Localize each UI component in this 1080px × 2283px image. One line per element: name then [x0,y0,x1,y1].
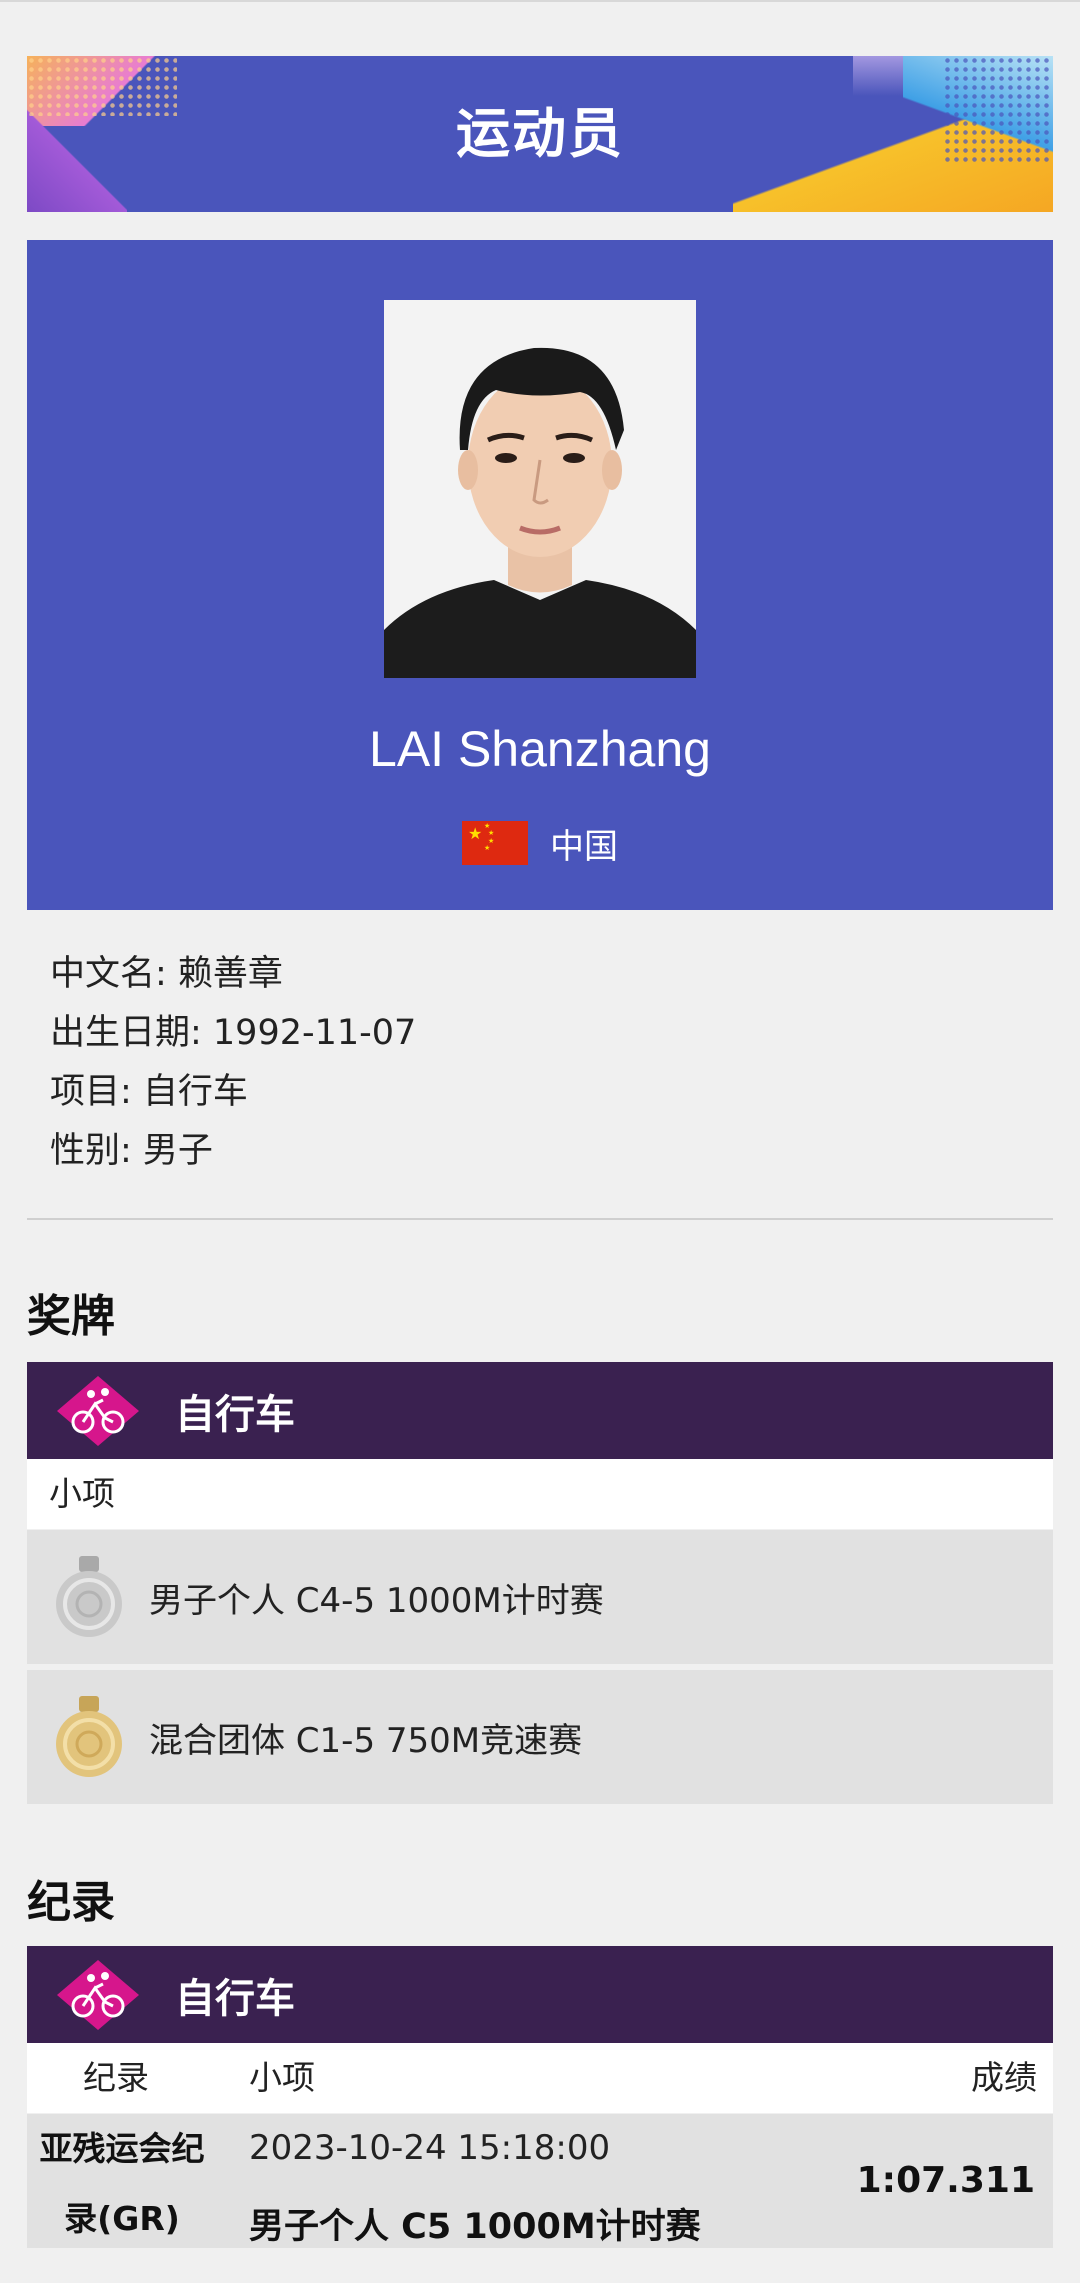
status-divider [0,0,1080,2]
record-column-label: 纪录 [83,2058,149,2097]
athlete-info: 中文名: 赖善章 出生日期: 1992-11-07 项目: 自行车 性别: 男子 [50,945,416,1181]
medal-event-name: 混合团体 C1-5 750M竞速赛 [149,1720,583,1761]
event-column-label: 小项 [249,2058,315,2097]
result-column-label: 成绩 [971,2058,1037,2097]
athlete-profile-card: LAI Shanzhang ★ ★ ★ ★ ★ 中国 [27,240,1053,910]
country-name: 中国 [550,826,618,867]
record-type-line1: 亚残运会纪 [39,2129,205,2168]
athlete-name: LAI Shanzhang [369,721,711,777]
records-section-title: 纪录 [27,1877,115,1928]
record-row[interactable]: 亚残运会纪 录(GR) 2023-10-24 15:18:00 男子个人 C5 … [27,2114,1053,2248]
info-sport: 项目: 自行车 [50,1072,248,1112]
medals-section-title: 奖牌 [27,1291,115,1342]
page-banner: 运动员 [27,56,1053,212]
cycling-icon [57,1375,139,1446]
section-divider [27,1218,1053,1220]
records-sport-name: 自行车 [175,1975,295,2022]
medals-sport-header: 自行车 [27,1362,1053,1459]
info-gender: 性别: 男子 [50,1131,213,1171]
records-column-header: 纪录 小项 成绩 [27,2043,1053,2113]
medal-row[interactable]: 男子个人 C4-5 1000M计时赛 [27,1530,1053,1664]
medals-column-header: 小项 [27,1459,1053,1529]
record-type-line2: 录(GR) [64,2199,180,2238]
info-birth-date: 出生日期: 1992-11-07 [50,1013,417,1053]
china-flag-icon: ★ ★ ★ ★ ★ [462,821,528,865]
country-row: ★ ★ ★ ★ ★ 中国 [27,820,1053,867]
record-datetime: 2023-10-24 15:18:00 [249,2128,611,2168]
gold-medal-icon [56,1696,122,1777]
record-event-name: 男子个人 C5 1000M计时赛 [249,2207,701,2247]
record-result: 1:07.311 [856,2160,1035,2201]
medal-row[interactable]: 混合团体 C1-5 750M竞速赛 [27,1670,1053,1804]
silver-medal-icon [56,1556,122,1637]
medal-event-name: 男子个人 C4-5 1000M计时赛 [149,1580,604,1621]
page-title: 运动员 [456,102,624,165]
record-type: 亚残运会纪 录(GR) [27,2114,217,2254]
records-sport-header: 自行车 [27,1946,1053,2043]
cycling-icon [57,1959,139,2030]
info-chinese-name: 中文名: 赖善章 [50,954,283,994]
event-column-label: 小项 [49,1474,115,1513]
athlete-photo [384,300,696,678]
medals-sport-name: 自行车 [175,1391,295,1438]
